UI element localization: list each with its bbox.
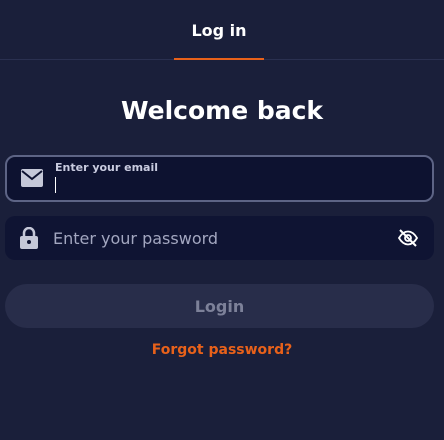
text-caret bbox=[55, 177, 56, 193]
eye-off-icon[interactable] bbox=[396, 226, 420, 250]
tab-login-label: Log in bbox=[191, 20, 247, 40]
envelope-icon bbox=[21, 169, 43, 187]
login-button[interactable]: Login bbox=[5, 284, 434, 328]
email-field-container[interactable]: Enter your email bbox=[5, 155, 434, 202]
forgot-password-link[interactable]: Forgot password? bbox=[0, 342, 444, 358]
login-button-label: Login bbox=[194, 296, 245, 316]
email-input[interactable] bbox=[54, 175, 414, 195]
tab-login[interactable]: Log in bbox=[174, 0, 264, 60]
password-field-container[interactable] bbox=[5, 216, 434, 260]
active-tab-indicator bbox=[174, 58, 264, 60]
email-field-label: Enter your email bbox=[55, 161, 159, 174]
lock-icon bbox=[20, 227, 38, 249]
password-input[interactable] bbox=[53, 227, 383, 249]
page-title: Welcome back bbox=[120, 96, 324, 125]
tab-bar: Log in bbox=[0, 0, 444, 60]
